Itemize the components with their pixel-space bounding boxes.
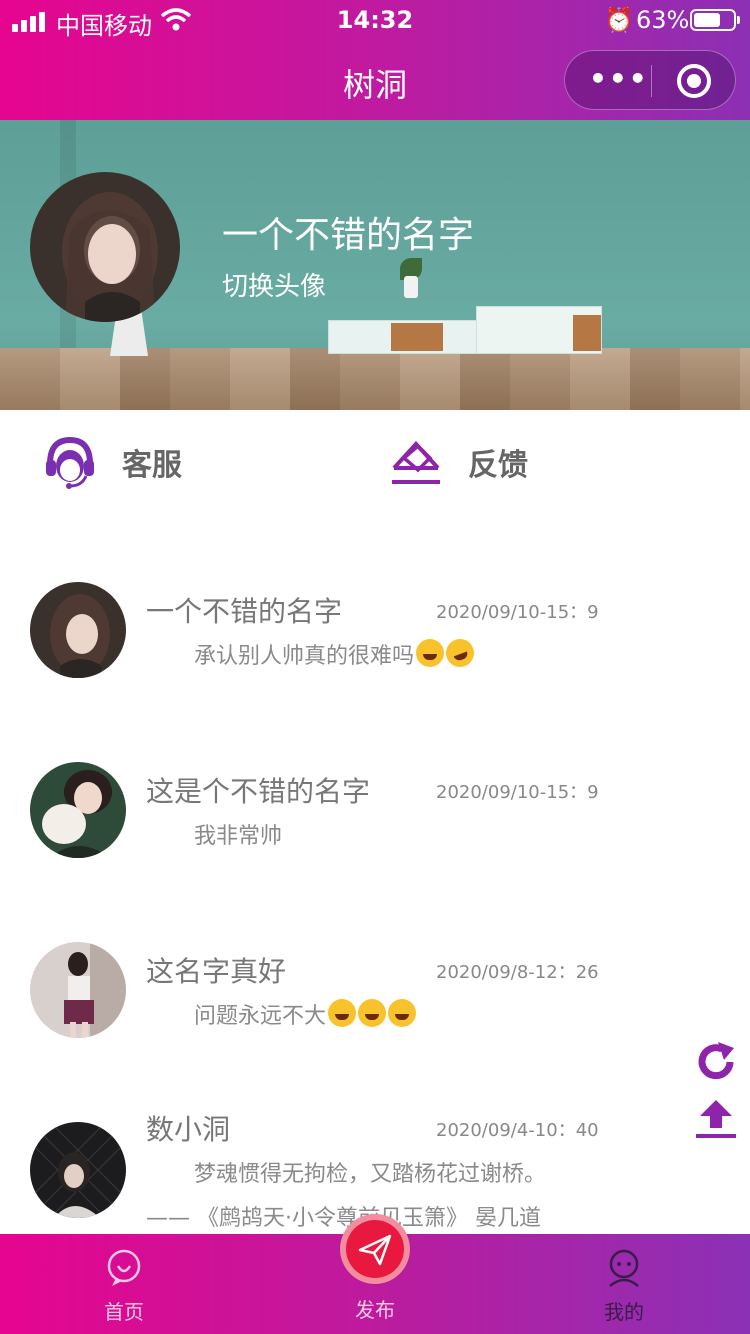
profile-banner: 一个不错的名字 切换头像 xyxy=(0,120,750,410)
post-avatar[interactable] xyxy=(30,762,126,858)
profile-avatar[interactable] xyxy=(30,172,180,322)
publish-button[interactable] xyxy=(340,1214,410,1284)
envelope-icon xyxy=(392,441,440,484)
mini-program-capsule: ••• xyxy=(564,50,736,110)
upload-icon[interactable] xyxy=(694,1096,738,1140)
headset-icon xyxy=(46,436,94,489)
wood-floor xyxy=(0,348,750,410)
post-author: 这是个不错的名字 xyxy=(146,775,371,808)
feedback-button[interactable]: 反馈 xyxy=(388,434,528,490)
post-author: 这名字真好 xyxy=(146,955,287,988)
tab-home-label: 首页 xyxy=(104,1300,144,1324)
rofl-emoji-icon xyxy=(442,635,478,671)
post-quote-source: —— 《鹧鸪天·小令尊前见玉箫》 晏几道 xyxy=(146,1206,541,1231)
plant-decor xyxy=(400,258,422,298)
battery-percent: 63% xyxy=(636,6,690,34)
post-avatar[interactable] xyxy=(30,942,126,1038)
switch-avatar-link[interactable]: 切换头像 xyxy=(222,266,326,303)
post-content: 梦魂惯得无拘检，又踏杨花过谢桥。 xyxy=(194,1162,547,1187)
refresh-icon[interactable] xyxy=(694,1040,738,1084)
post-author: 数小洞 xyxy=(146,1113,231,1146)
alarm-icon: ⏰ xyxy=(604,6,634,34)
tab-mine-label: 我的 xyxy=(604,1300,644,1324)
joy-emoji-icon xyxy=(416,639,445,667)
post-content: 问题永远不大 xyxy=(194,998,417,1030)
battery-icon xyxy=(690,9,740,31)
top-bar: 中国移动 14:32 ⏰ 63% 树洞 ••• xyxy=(0,0,750,120)
post-time: 2020/09/10-15：9 xyxy=(436,782,599,803)
post-author: 一个不错的名字 xyxy=(146,595,343,628)
post-time: 2020/09/8-12：26 xyxy=(436,962,599,983)
post-content-text: 承认别人帅真的很难吗 xyxy=(194,644,415,669)
post-content: 承认别人帅真的很难吗 xyxy=(194,635,478,671)
home-chat-icon xyxy=(107,1249,141,1286)
post-avatar[interactable] xyxy=(30,582,126,678)
joy-emoji-icon xyxy=(358,999,387,1027)
paper-plane-icon xyxy=(358,1234,392,1266)
publish-label: 发布 xyxy=(355,1298,395,1322)
status-bar: 中国移动 14:32 ⏰ 63% xyxy=(0,0,750,40)
customer-service-label: 客服 xyxy=(122,448,182,483)
capsule-divider xyxy=(651,65,652,97)
post-time: 2020/09/4-10：40 xyxy=(436,1120,599,1141)
profile-icon xyxy=(609,1249,639,1287)
joy-emoji-icon xyxy=(388,999,417,1027)
post-content-text: 问题永远不大 xyxy=(194,1004,327,1029)
post-content: 我非常帅 xyxy=(194,824,283,849)
post-avatar[interactable] xyxy=(30,1122,126,1218)
tab-home[interactable]: 首页 xyxy=(64,1248,184,1325)
feedback-label: 反馈 xyxy=(468,448,528,483)
joy-emoji-icon xyxy=(328,999,357,1027)
cabinet-decor xyxy=(476,306,602,354)
profile-nickname: 一个不错的名字 xyxy=(222,215,475,256)
customer-service-button[interactable]: 客服 xyxy=(42,434,182,490)
more-dots-icon[interactable]: ••• xyxy=(589,65,649,93)
post-time: 2020/09/10-15：9 xyxy=(436,602,599,623)
target-circle-icon[interactable] xyxy=(677,64,711,98)
tab-mine[interactable]: 我的 xyxy=(564,1248,684,1325)
